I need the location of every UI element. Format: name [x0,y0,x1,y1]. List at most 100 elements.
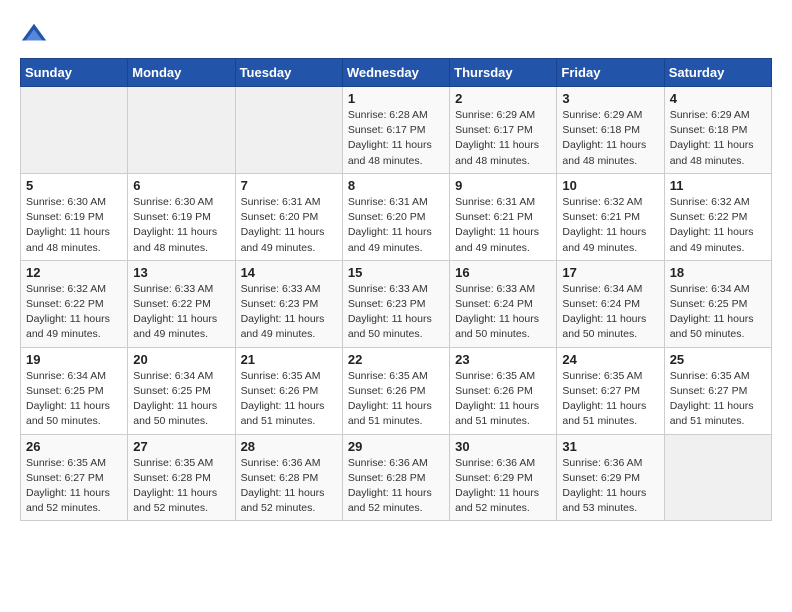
calendar-week-row: 26Sunrise: 6:35 AM Sunset: 6:27 PM Dayli… [21,434,772,521]
calendar-cell [664,434,771,521]
day-info: Sunrise: 6:29 AM Sunset: 6:18 PM Dayligh… [562,108,658,169]
day-number: 14 [241,265,337,280]
day-info: Sunrise: 6:30 AM Sunset: 6:19 PM Dayligh… [26,195,122,256]
calendar-cell: 29Sunrise: 6:36 AM Sunset: 6:28 PM Dayli… [342,434,449,521]
calendar-table: SundayMondayTuesdayWednesdayThursdayFrid… [20,58,772,521]
day-info: Sunrise: 6:36 AM Sunset: 6:29 PM Dayligh… [562,456,658,517]
day-info: Sunrise: 6:33 AM Sunset: 6:24 PM Dayligh… [455,282,551,343]
calendar-cell [235,87,342,174]
calendar-cell: 18 Sunrise: 6:34 AM Sunset: 6:25 PM Dayli… [664,260,771,347]
calendar-cell: 13 Sunrise: 6:33 AM Sunset: 6:22 PM Dayli… [128,260,235,347]
day-info: Sunrise: 6:30 AM Sunset: 6:19 PM Dayligh… [133,195,229,256]
day-number: 28 [241,439,337,454]
day-info: Sunrise: 6:32 AM Sunset: 6:21 PM Dayligh… [562,195,658,256]
day-number: 3 [562,91,658,106]
calendar-cell: 4 Sunrise: 6:29 AM Sunset: 6:18 PM Daylig… [664,87,771,174]
day-number: 27 [133,439,229,454]
day-number: 9 [455,178,551,193]
calendar-cell: 1 Sunrise: 6:28 AM Sunset: 6:17 PM Daylig… [342,87,449,174]
calendar-cell: 17 Sunrise: 6:34 AM Sunset: 6:24 PM Dayli… [557,260,664,347]
day-info: Sunrise: 6:35 AM Sunset: 6:27 PM Dayligh… [26,456,122,517]
day-info: Sunrise: 6:32 AM Sunset: 6:22 PM Dayligh… [26,282,122,343]
calendar-cell: 21 Sunrise: 6:35 AM Sunset: 6:26 PM Dayli… [235,347,342,434]
calendar-cell: 7 Sunrise: 6:31 AM Sunset: 6:20 PM Daylig… [235,173,342,260]
calendar-week-row: 12 Sunrise: 6:32 AM Sunset: 6:22 PM Dayli… [21,260,772,347]
day-info: Sunrise: 6:32 AM Sunset: 6:22 PM Dayligh… [670,195,766,256]
weekday-header: Sunday [21,59,128,87]
day-number: 8 [348,178,444,193]
day-number: 30 [455,439,551,454]
day-info: Sunrise: 6:34 AM Sunset: 6:25 PM Dayligh… [133,369,229,430]
day-number: 18 [670,265,766,280]
day-info: Sunrise: 6:36 AM Sunset: 6:29 PM Dayligh… [455,456,551,517]
day-info: Sunrise: 6:34 AM Sunset: 6:25 PM Dayligh… [670,282,766,343]
day-info: Sunrise: 6:35 AM Sunset: 6:26 PM Dayligh… [241,369,337,430]
day-number: 12 [26,265,122,280]
calendar-cell: 12 Sunrise: 6:32 AM Sunset: 6:22 PM Dayli… [21,260,128,347]
day-number: 22 [348,352,444,367]
day-number: 11 [670,178,766,193]
calendar-cell: 16 Sunrise: 6:33 AM Sunset: 6:24 PM Dayli… [450,260,557,347]
day-info: Sunrise: 6:28 AM Sunset: 6:17 PM Dayligh… [348,108,444,169]
day-info: Sunrise: 6:31 AM Sunset: 6:21 PM Dayligh… [455,195,551,256]
day-number: 15 [348,265,444,280]
weekday-header: Friday [557,59,664,87]
day-number: 21 [241,352,337,367]
calendar-cell: 8 Sunrise: 6:31 AM Sunset: 6:20 PM Daylig… [342,173,449,260]
day-info: Sunrise: 6:35 AM Sunset: 6:28 PM Dayligh… [133,456,229,517]
day-info: Sunrise: 6:29 AM Sunset: 6:18 PM Dayligh… [670,108,766,169]
weekday-header: Thursday [450,59,557,87]
calendar-cell: 19Sunrise: 6:34 AM Sunset: 6:25 PM Dayli… [21,347,128,434]
page-header [20,20,772,48]
calendar-cell: 3 Sunrise: 6:29 AM Sunset: 6:18 PM Daylig… [557,87,664,174]
day-number: 20 [133,352,229,367]
calendar-cell: 30 Sunrise: 6:36 AM Sunset: 6:29 PM Dayli… [450,434,557,521]
calendar-cell: 22Sunrise: 6:35 AM Sunset: 6:26 PM Dayli… [342,347,449,434]
day-info: Sunrise: 6:29 AM Sunset: 6:17 PM Dayligh… [455,108,551,169]
day-info: Sunrise: 6:31 AM Sunset: 6:20 PM Dayligh… [348,195,444,256]
day-number: 31 [562,439,658,454]
calendar-header-row: SundayMondayTuesdayWednesdayThursdayFrid… [21,59,772,87]
day-number: 6 [133,178,229,193]
calendar-cell: 26Sunrise: 6:35 AM Sunset: 6:27 PM Dayli… [21,434,128,521]
weekday-header: Monday [128,59,235,87]
calendar-cell: 25Sunrise: 6:35 AM Sunset: 6:27 PM Dayli… [664,347,771,434]
calendar-cell: 31 Sunrise: 6:36 AM Sunset: 6:29 PM Dayli… [557,434,664,521]
calendar-cell: 10Sunrise: 6:32 AM Sunset: 6:21 PM Dayli… [557,173,664,260]
day-number: 24 [562,352,658,367]
day-number: 17 [562,265,658,280]
day-number: 16 [455,265,551,280]
day-info: Sunrise: 6:33 AM Sunset: 6:22 PM Dayligh… [133,282,229,343]
calendar-cell: 14Sunrise: 6:33 AM Sunset: 6:23 PM Dayli… [235,260,342,347]
calendar-cell: 27 Sunrise: 6:35 AM Sunset: 6:28 PM Dayli… [128,434,235,521]
day-info: Sunrise: 6:35 AM Sunset: 6:27 PM Dayligh… [562,369,658,430]
day-number: 2 [455,91,551,106]
day-info: Sunrise: 6:33 AM Sunset: 6:23 PM Dayligh… [348,282,444,343]
day-info: Sunrise: 6:31 AM Sunset: 6:20 PM Dayligh… [241,195,337,256]
weekday-header: Wednesday [342,59,449,87]
calendar-week-row: 5 Sunrise: 6:30 AM Sunset: 6:19 PM Daylig… [21,173,772,260]
day-number: 1 [348,91,444,106]
day-number: 4 [670,91,766,106]
calendar-cell: 15 Sunrise: 6:33 AM Sunset: 6:23 PM Dayli… [342,260,449,347]
calendar-cell: 20 Sunrise: 6:34 AM Sunset: 6:25 PM Dayli… [128,347,235,434]
calendar-cell [21,87,128,174]
weekday-header: Saturday [664,59,771,87]
day-number: 13 [133,265,229,280]
calendar-week-row: 19 Sunrise: 6:34 AM Sunset: 6:25 PM Dayli… [21,347,772,434]
calendar-cell: 23Sunrise: 6:35 AM Sunset: 6:26 PM Dayli… [450,347,557,434]
day-info: Sunrise: 6:36 AM Sunset: 6:28 PM Dayligh… [241,456,337,517]
day-number: 19 [26,352,122,367]
calendar-cell: 2 Sunrise: 6:29 AM Sunset: 6:17 PM Daylig… [450,87,557,174]
calendar-cell: 11 Sunrise: 6:32 AM Sunset: 6:22 PM Dayli… [664,173,771,260]
logo-icon [20,20,48,48]
calendar-cell: 9 Sunrise: 6:31 AM Sunset: 6:21 PM Daylig… [450,173,557,260]
day-number: 5 [26,178,122,193]
day-number: 7 [241,178,337,193]
day-number: 23 [455,352,551,367]
day-info: Sunrise: 6:35 AM Sunset: 6:27 PM Dayligh… [670,369,766,430]
calendar-cell: 28 Sunrise: 6:36 AM Sunset: 6:28 PM Dayli… [235,434,342,521]
calendar-cell: 5 Sunrise: 6:30 AM Sunset: 6:19 PM Daylig… [21,173,128,260]
day-info: Sunrise: 6:34 AM Sunset: 6:24 PM Dayligh… [562,282,658,343]
calendar-cell [128,87,235,174]
